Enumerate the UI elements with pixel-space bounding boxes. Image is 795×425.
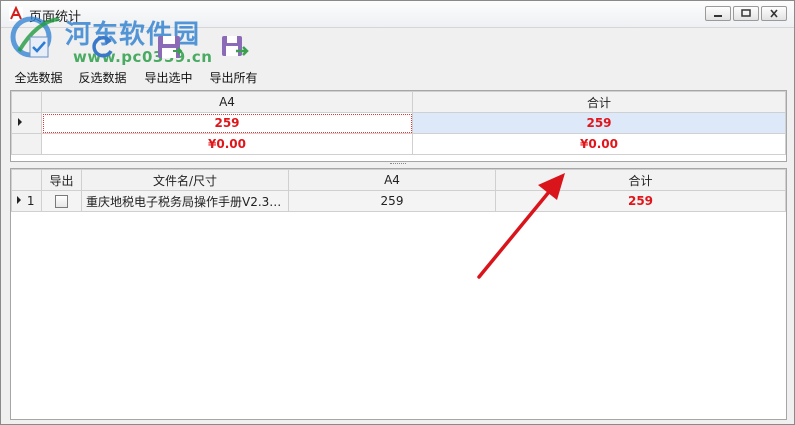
invert-selection-button[interactable]: 反选数据 xyxy=(75,32,130,86)
export-selected-label: 导出选中 xyxy=(144,71,193,85)
splitter[interactable] xyxy=(10,161,786,167)
file-header-name[interactable]: 文件名/尺寸 xyxy=(81,169,289,191)
app-window: 页面统计 河东软件园 www.pc0359.cn 全选数据 反选数据 导出选中 … xyxy=(0,0,795,425)
row-pointer-icon xyxy=(17,196,21,204)
summary-header-total[interactable]: 合计 xyxy=(412,91,786,113)
row-indicator[interactable] xyxy=(11,112,42,134)
file-a4-count[interactable]: 259 xyxy=(288,190,496,212)
export-checkbox[interactable] xyxy=(55,195,68,208)
minimize-button[interactable] xyxy=(705,6,731,21)
row-indicator[interactable]: 1 xyxy=(11,190,42,212)
invert-selection-label: 反选数据 xyxy=(78,71,127,85)
summary-total-count[interactable]: 259 xyxy=(412,112,786,134)
export-all-button[interactable]: 导出所有 xyxy=(206,32,261,86)
save-icon xyxy=(157,36,182,58)
summary-row[interactable]: 259 259 xyxy=(11,112,786,134)
select-all-icon xyxy=(29,36,48,58)
splitter-grip xyxy=(390,163,406,166)
close-icon xyxy=(770,9,778,18)
summary-total-cost[interactable]: ¥0.00 xyxy=(412,133,786,155)
summary-header-a4[interactable]: A4 xyxy=(41,91,413,113)
export-all-label: 导出所有 xyxy=(209,71,258,85)
file-grid: 导出 文件名/尺寸 A4 合计 1 重庆地税电子税务局操作手册V2.3.... … xyxy=(10,168,787,420)
toolbar: 全选数据 反选数据 导出选中 导出所有 xyxy=(1,28,794,86)
row-pointer-icon xyxy=(18,118,22,126)
file-header-export[interactable]: 导出 xyxy=(41,169,82,191)
row-header[interactable] xyxy=(11,133,42,155)
summary-row[interactable]: ¥0.00 ¥0.00 xyxy=(11,133,786,155)
select-all-button[interactable]: 全选数据 xyxy=(11,32,66,86)
export-icon xyxy=(221,36,249,56)
maximize-icon xyxy=(741,9,751,17)
summary-grid: A4 合计 259 259 ¥0.00 ¥0.00 xyxy=(10,90,787,162)
file-corner xyxy=(11,169,42,191)
maximize-button[interactable] xyxy=(733,6,759,21)
summary-corner xyxy=(11,91,42,113)
export-checkbox-cell[interactable] xyxy=(41,190,82,212)
file-header-total[interactable]: 合计 xyxy=(495,169,786,191)
select-all-label: 全选数据 xyxy=(14,71,63,85)
close-button[interactable] xyxy=(761,6,787,21)
summary-a4-cost[interactable]: ¥0.00 xyxy=(41,133,413,155)
row-index: 1 xyxy=(26,194,35,208)
summary-a4-count[interactable]: 259 xyxy=(41,112,413,134)
file-header-a4[interactable]: A4 xyxy=(288,169,496,191)
table-row[interactable]: 1 重庆地税电子税务局操作手册V2.3.... 259 259 xyxy=(11,190,786,212)
minimize-icon xyxy=(714,15,722,17)
file-total-count[interactable]: 259 xyxy=(495,190,786,212)
file-name[interactable]: 重庆地税电子税务局操作手册V2.3.... xyxy=(81,190,289,212)
export-selected-button[interactable]: 导出选中 xyxy=(141,32,196,86)
refresh-icon xyxy=(91,36,113,58)
